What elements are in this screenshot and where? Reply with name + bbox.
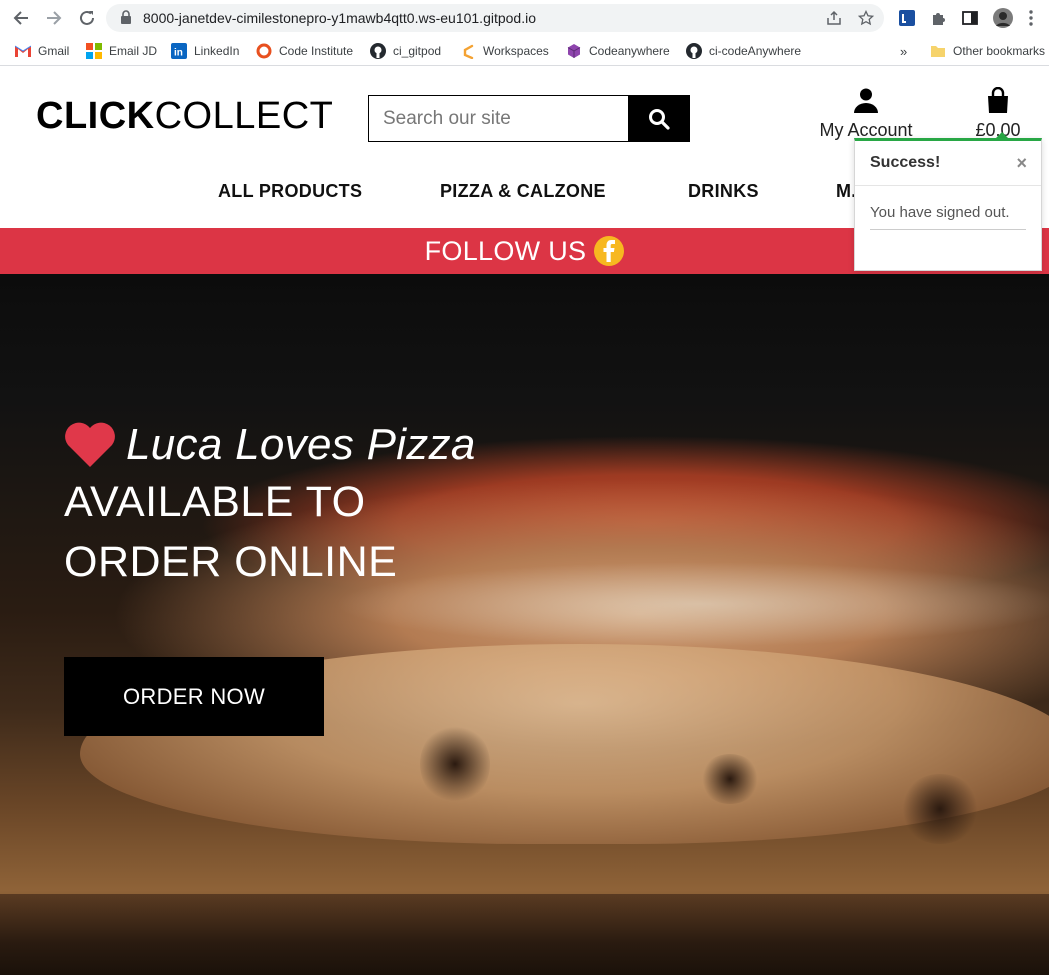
sidebar-icon[interactable] [959,7,981,29]
hero-tagline-text: Luca Loves Pizza [126,420,476,469]
follow-link[interactable]: FOLLOW US [425,236,625,267]
svg-text:in: in [174,48,183,59]
search-form [368,95,690,142]
hero-banner: Luca Loves Pizza AVAILABLE TO ORDER ONLI… [0,274,1049,975]
nav-all-products[interactable]: ALL PRODUCTS [218,181,362,202]
my-account-link[interactable]: My Account [812,87,920,141]
facebook-icon [594,236,625,266]
bookmark-workspaces[interactable]: Workspaces [460,41,549,61]
address-bar[interactable]: 8000-janetdev-cimilestonepro-y1mawb4qtt0… [106,4,884,32]
hero-text: Luca Loves Pizza AVAILABLE TO ORDER ONLI… [64,420,476,592]
bookmark-label: Code Institute [279,44,354,58]
forward-icon[interactable] [42,6,66,30]
star-icon[interactable] [856,8,876,28]
close-icon[interactable]: × [1016,153,1027,174]
bookmark-linkedin[interactable]: in LinkedIn [171,41,239,61]
bookmark-label: ci_gitpod [393,44,442,58]
hero-image-char [900,774,980,844]
bookmark-label: LinkedIn [194,44,240,58]
hero-image-table [0,894,1049,975]
bookmark-email-jd[interactable]: Email JD [86,41,157,61]
user-icon [854,88,878,113]
search-input[interactable] [369,96,629,141]
folder-icon [930,43,946,59]
site-logo[interactable]: CLICKCOLLECT [36,95,333,138]
bookmark-label: Codeanywhere [589,44,670,58]
hero-headline-line1: AVAILABLE TO [64,478,366,526]
toast-divider [870,229,1026,230]
reload-icon[interactable] [75,6,99,30]
profile-icon[interactable] [992,7,1014,29]
logo-bold-text: CLICK [36,95,155,137]
hero-image-char [700,754,760,804]
codeanywhere-icon [566,43,582,59]
lock-icon[interactable] [120,10,132,30]
browser-toolbar: 8000-janetdev-cimilestonepro-y1mawb4qtt0… [0,0,1049,36]
bookmark-code-institute[interactable]: Code Institute [256,41,353,61]
shopping-bag-icon [988,86,1008,113]
github-icon [370,43,386,59]
share-icon[interactable] [824,8,844,28]
bookmark-codeanywhere[interactable]: Codeanywhere [566,41,670,61]
microsoft-icon [86,43,102,59]
bookmark-ci-codeanywhere[interactable]: ci-codeAnywhere [686,41,801,61]
hero-tagline: Luca Loves Pizza [64,420,476,470]
nav-drinks[interactable]: DRINKS [688,181,759,202]
hero-image-char [420,724,490,804]
gmail-icon [15,43,31,59]
gitpod-icon [460,43,476,59]
follow-label: FOLLOW US [424,235,587,266]
success-toast: Success! × You have signed out. [854,138,1042,271]
linkedin-icon: in [171,43,187,59]
bookmark-label: Other bookmarks [953,44,1046,58]
puzzle-icon[interactable] [928,7,950,29]
bookmark-ci-gitpod[interactable]: ci_gitpod [370,41,441,61]
menu-icon[interactable] [1020,7,1042,29]
toast-header: Success! × [855,141,1041,186]
search-icon [648,108,670,130]
bookmark-label: Gmail [38,44,70,58]
bookmark-gmail[interactable]: Gmail [15,41,69,61]
code-institute-icon [256,43,272,59]
bookmark-label: Email JD [109,44,158,58]
extension-icon[interactable] [896,7,918,29]
bookmark-other[interactable]: Other bookmarks [930,41,1045,61]
toast-title: Success! [870,154,941,171]
github-icon [686,43,702,59]
bookmarks-overflow[interactable]: » [900,41,907,61]
bookmark-label: Workspaces [483,44,549,58]
bookmark-label: ci-codeAnywhere [709,44,802,58]
hero-headline-line2: ORDER ONLINE [64,538,398,586]
heart-icon [65,422,115,467]
logo-light-text: COLLECT [154,95,334,137]
url-text[interactable]: 8000-janetdev-cimilestonepro-y1mawb4qtt0… [143,10,536,26]
nav-pizza-calzone[interactable]: PIZZA & CALZONE [440,181,606,202]
order-now-button[interactable]: ORDER NOW [64,657,324,736]
search-button[interactable] [628,96,689,141]
toast-message: You have signed out. [870,204,1010,221]
bookmarks-bar: Gmail Email JD in LinkedIn Code Institut… [0,36,1049,66]
back-icon[interactable] [9,6,33,30]
